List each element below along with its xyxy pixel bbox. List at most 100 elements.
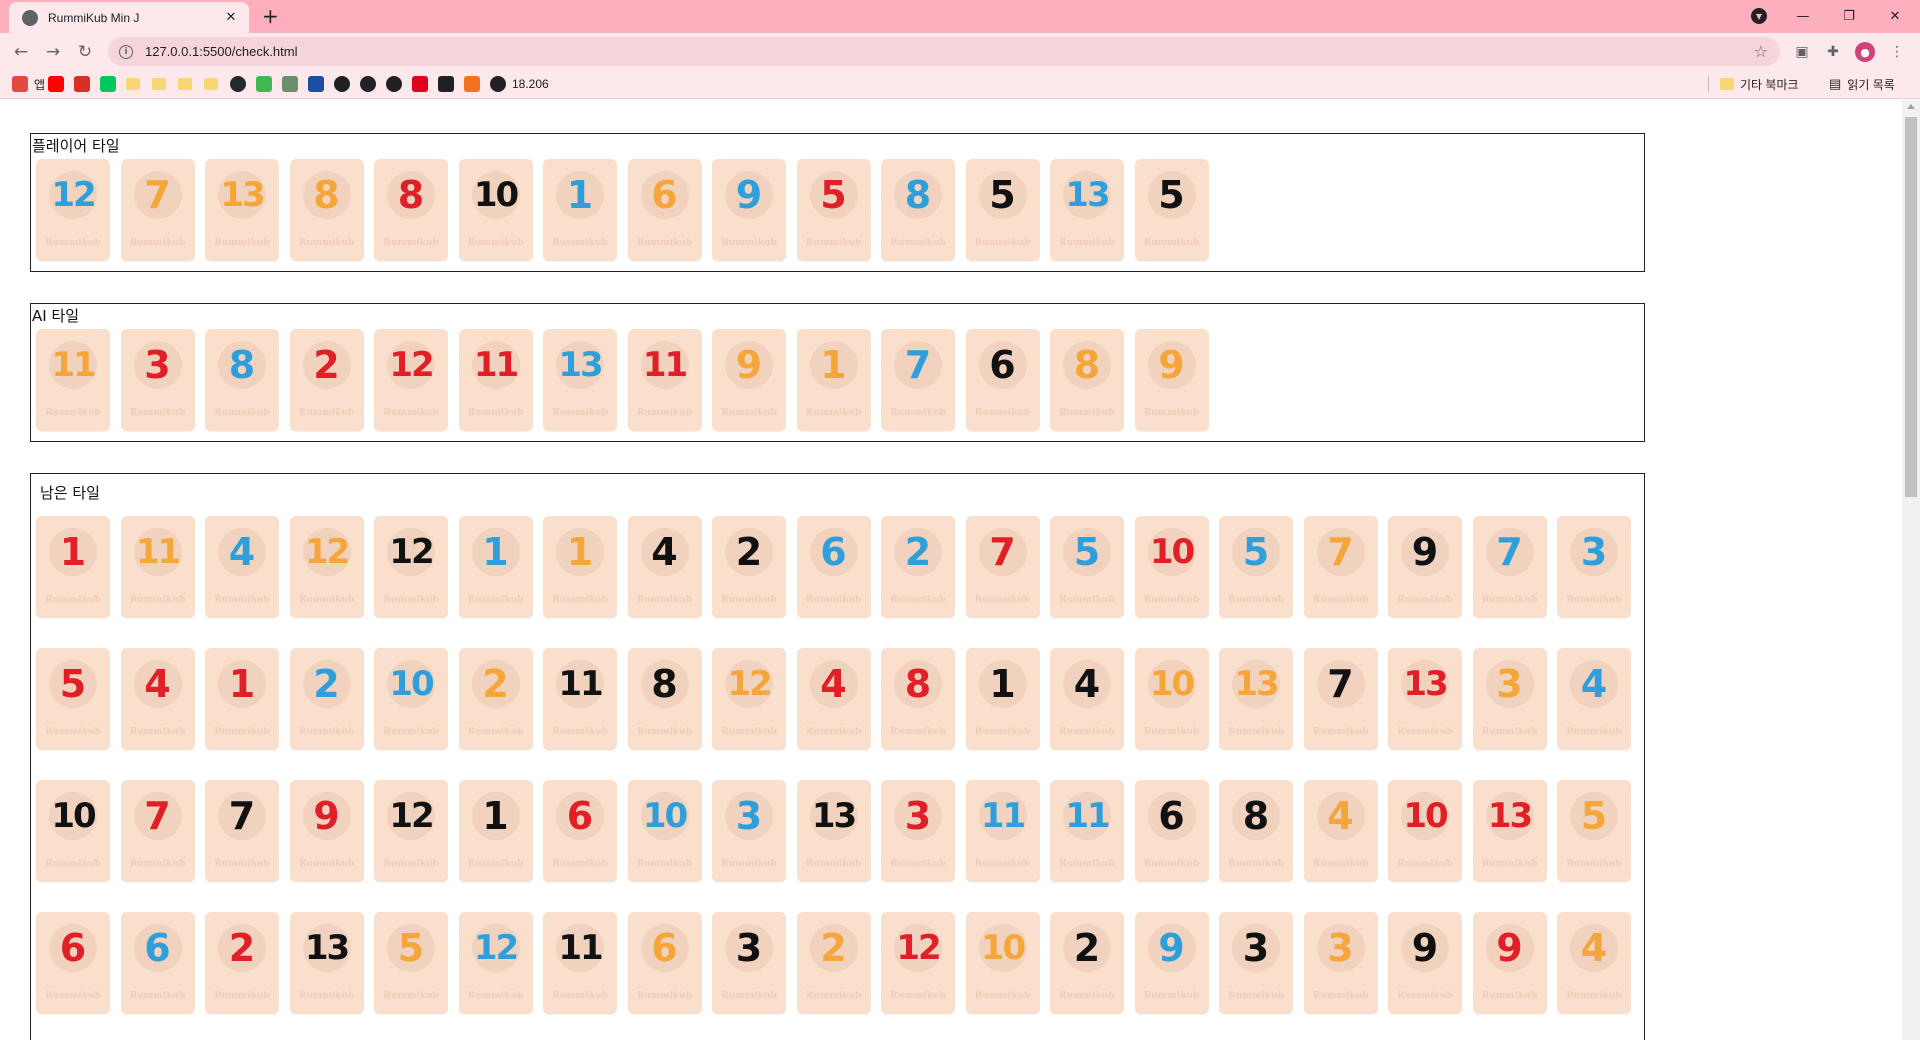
rummikub-tile[interactable]: 12 Rummikub — [881, 912, 955, 1014]
rummikub-tile[interactable]: 4 Rummikub — [1303, 780, 1378, 882]
bookmark-item[interactable] — [230, 76, 246, 92]
rummikub-tile[interactable]: 1 Rummikub — [36, 516, 110, 618]
rummikub-tile[interactable]: 5 Rummikub — [374, 912, 448, 1014]
rummikub-tile[interactable]: 11 Rummikub — [627, 329, 702, 431]
rummikub-tile[interactable]: 7 Rummikub — [1472, 516, 1547, 618]
rummikub-tile[interactable]: 9 Rummikub — [1134, 329, 1209, 431]
rummikub-tile[interactable]: 9 Rummikub — [1388, 912, 1462, 1014]
rummikub-tile[interactable]: 3 Rummikub — [1557, 516, 1631, 618]
rummikub-tile[interactable]: 12 Rummikub — [374, 329, 448, 431]
rummikub-tile[interactable]: 4 Rummikub — [796, 648, 871, 750]
rummikub-tile[interactable]: 7 Rummikub — [1303, 516, 1378, 618]
rummikub-tile[interactable]: 8 Rummikub — [289, 159, 364, 261]
rummikub-tile[interactable]: 5 Rummikub — [1050, 516, 1124, 618]
rummikub-tile[interactable]: 1 Rummikub — [796, 329, 871, 431]
bookmark-item[interactable] — [438, 76, 454, 92]
rummikub-tile[interactable]: 13 Rummikub — [1472, 780, 1547, 882]
rummikub-tile[interactable]: 7 Rummikub — [965, 516, 1040, 618]
rummikub-tile[interactable]: 6 Rummikub — [796, 516, 871, 618]
rummikub-tile[interactable]: 4 Rummikub — [205, 516, 279, 618]
info-icon[interactable]: i — [119, 44, 133, 59]
scrollbar-thumb[interactable] — [1905, 117, 1917, 497]
rummikub-tile[interactable]: 12 Rummikub — [374, 516, 448, 618]
rummikub-tile[interactable]: 8 Rummikub — [627, 648, 702, 750]
rummikub-tile[interactable]: 12 Rummikub — [36, 159, 110, 261]
rummikub-tile[interactable]: 5 Rummikub — [36, 648, 110, 750]
address-bar[interactable]: i 127.0.0.1:5500/check.html ☆ — [108, 37, 1780, 66]
rummikub-tile[interactable]: 10 Rummikub — [627, 780, 702, 882]
reload-icon[interactable]: ↻ — [72, 39, 98, 65]
rummikub-tile[interactable]: 10 Rummikub — [1388, 780, 1462, 882]
rummikub-tile[interactable]: 9 Rummikub — [1388, 516, 1462, 618]
rummikub-tile[interactable]: 5 Rummikub — [965, 159, 1040, 261]
rummikub-tile[interactable]: 7 Rummikub — [120, 780, 195, 882]
rummikub-tile[interactable]: 13 Rummikub — [205, 159, 279, 261]
scrollbar[interactable] — [1902, 100, 1920, 1040]
bookmark-item[interactable] — [152, 76, 166, 92]
rummikub-tile[interactable]: 9 Rummikub — [712, 329, 786, 431]
rummikub-tile[interactable]: 2 Rummikub — [205, 912, 279, 1014]
rummikub-tile[interactable]: 3 Rummikub — [120, 329, 195, 431]
rummikub-tile[interactable]: 5 Rummikub — [1557, 780, 1631, 882]
rummikub-tile[interactable]: 8 Rummikub — [1219, 780, 1293, 882]
camera-icon[interactable]: ▣ — [1792, 42, 1812, 62]
bookmark-item[interactable] — [204, 76, 218, 92]
rummikub-tile[interactable]: 6 Rummikub — [120, 912, 195, 1014]
scroll-up-arrow-icon[interactable] — [1907, 104, 1915, 109]
rummikub-tile[interactable]: 11 Rummikub — [1050, 780, 1124, 882]
rummikub-tile[interactable]: 13 Rummikub — [1388, 648, 1462, 750]
rummikub-tile[interactable]: 5 Rummikub — [1134, 159, 1209, 261]
rummikub-tile[interactable]: 6 Rummikub — [1134, 780, 1209, 882]
rummikub-tile[interactable]: 7 Rummikub — [120, 159, 195, 261]
back-arrow-icon[interactable]: ← — [8, 39, 34, 65]
rummikub-tile[interactable]: 12 Rummikub — [374, 780, 448, 882]
rummikub-tile[interactable]: 11 Rummikub — [543, 648, 617, 750]
menu-icon[interactable]: ⋮ — [1887, 42, 1907, 62]
reading-list[interactable]: ▤ 읽기 목록 — [1829, 76, 1895, 92]
rummikub-tile[interactable]: 2 Rummikub — [289, 329, 364, 431]
rummikub-tile[interactable]: 8 Rummikub — [881, 159, 955, 261]
rummikub-tile[interactable]: 8 Rummikub — [881, 648, 955, 750]
rummikub-tile[interactable]: 4 Rummikub — [1050, 648, 1124, 750]
rummikub-tile[interactable]: 3 Rummikub — [881, 780, 955, 882]
rummikub-tile[interactable]: 2 Rummikub — [458, 648, 533, 750]
bookmark-item[interactable] — [360, 76, 376, 92]
new-tab-button[interactable]: + — [262, 4, 279, 28]
bookmark-item[interactable] — [334, 76, 350, 92]
rummikub-tile[interactable]: 8 Rummikub — [374, 159, 448, 261]
rummikub-tile[interactable]: 2 Rummikub — [881, 516, 955, 618]
rummikub-tile[interactable]: 1 Rummikub — [458, 780, 533, 882]
rummikub-tile[interactable]: 4 Rummikub — [627, 516, 702, 618]
rummikub-tile[interactable]: 1 Rummikub — [543, 516, 617, 618]
rummikub-tile[interactable]: 5 Rummikub — [796, 159, 871, 261]
rummikub-tile[interactable]: 11 Rummikub — [120, 516, 195, 618]
bookmark-item[interactable] — [126, 76, 140, 92]
rummikub-tile[interactable]: 4 Rummikub — [1557, 648, 1631, 750]
extensions-icon[interactable]: ✚ — [1823, 42, 1843, 62]
bookmark-item[interactable] — [74, 76, 90, 92]
rummikub-tile[interactable]: 8 Rummikub — [1050, 329, 1124, 431]
rummikub-tile[interactable]: 12 Rummikub — [458, 912, 533, 1014]
forward-arrow-icon[interactable]: → — [40, 39, 66, 65]
rummikub-tile[interactable]: 9 Rummikub — [1134, 912, 1209, 1014]
rummikub-tile[interactable]: 3 Rummikub — [1472, 648, 1547, 750]
rummikub-tile[interactable]: 3 Rummikub — [712, 912, 786, 1014]
rummikub-tile[interactable]: 5 Rummikub — [1219, 516, 1293, 618]
rummikub-tile[interactable]: 1 Rummikub — [965, 648, 1040, 750]
close-icon[interactable]: ✕ — [223, 10, 239, 25]
rummikub-tile[interactable]: 3 Rummikub — [712, 780, 786, 882]
rummikub-tile[interactable]: 9 Rummikub — [1472, 912, 1547, 1014]
bookmark-item[interactable]: 18.206 — [490, 76, 549, 92]
rummikub-tile[interactable]: 11 Rummikub — [965, 780, 1040, 882]
close-window-button[interactable]: ✕ — [1872, 0, 1918, 33]
rummikub-tile[interactable]: 6 Rummikub — [543, 780, 617, 882]
rummikub-tile[interactable]: 11 Rummikub — [36, 329, 110, 431]
rummikub-tile[interactable]: 12 Rummikub — [712, 648, 786, 750]
bookmark-item[interactable] — [178, 76, 192, 92]
minimize-button[interactable]: — — [1780, 0, 1826, 33]
avatar[interactable]: ● — [1855, 42, 1875, 62]
rummikub-tile[interactable]: 3 Rummikub — [1219, 912, 1293, 1014]
star-icon[interactable]: ☆ — [1754, 42, 1768, 61]
rummikub-tile[interactable]: 6 Rummikub — [627, 159, 702, 261]
rummikub-tile[interactable]: 6 Rummikub — [965, 329, 1040, 431]
